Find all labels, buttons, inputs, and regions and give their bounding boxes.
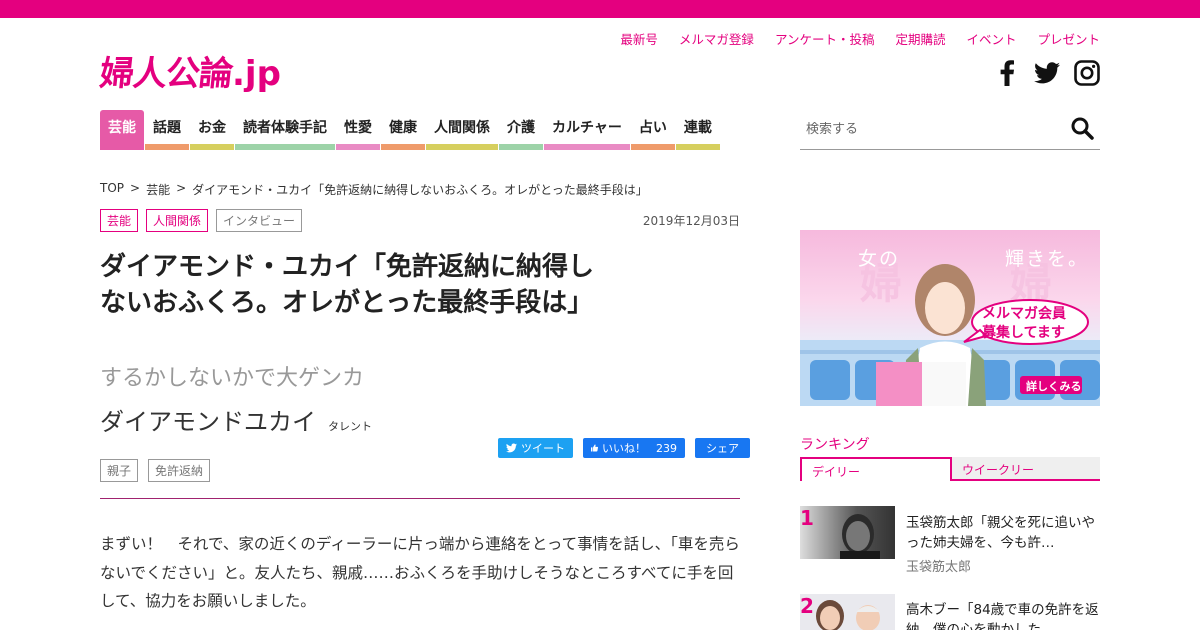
tab-category-0[interactable]: 芸能 (100, 110, 144, 150)
facebook-icon[interactable] (994, 60, 1020, 86)
tab-weekly[interactable]: ウイークリー (952, 457, 1100, 481)
ranking-thumbnail (800, 594, 895, 630)
ranking-number: 1 (800, 506, 814, 530)
social-links (994, 60, 1100, 86)
author-line: ダイアモンドユカイ タレント (100, 402, 372, 437)
thumbs-up-icon (591, 444, 598, 452)
facebook-share-button[interactable]: シェア (695, 438, 750, 458)
ranking-headline[interactable]: 玉袋筋太郎「親父を死に追いやった姉夫婦を、今も許… (906, 513, 1100, 553)
tag-entertainment[interactable]: 芸能 (100, 209, 139, 232)
tab-category-9[interactable]: 占い (630, 110, 675, 150)
twitter-icon (506, 443, 517, 453)
category-tags: 芸能 人間関係 インタビュー (100, 209, 303, 232)
like-count: 239 (656, 441, 677, 455)
tab-category-7[interactable]: 介護 (499, 110, 543, 150)
ranking-number: 2 (800, 594, 814, 618)
tag-interview[interactable]: インタビュー (216, 209, 303, 232)
tab-category-3[interactable]: 読者体験手記 (235, 110, 335, 150)
tweet-label: ツイート (521, 442, 565, 455)
like-label: いいね！ (602, 442, 646, 455)
author-name[interactable]: ダイアモンドユカイ (100, 402, 316, 437)
top-link-latest-issue[interactable]: 最新号 (620, 29, 658, 48)
newsletter-banner[interactable]: 婦 婦 女の 輝きを。 メルマガ会員 募集してます 詳しくみる (800, 230, 1100, 406)
article-body: まずい！ それで、家の近くのディーラーに片っ端から連絡をとって事情を話し、「車を… (100, 535, 740, 610)
search-icon[interactable] (1070, 116, 1094, 144)
banner-top-text: 女の 輝きを。 (858, 248, 1090, 270)
top-link-newsletter[interactable]: メルマガ登録 (679, 29, 754, 48)
logo-text: 婦人公論 (97, 54, 235, 94)
article-divider (100, 498, 740, 499)
keyword-tag-parent-child[interactable]: 親子 (100, 459, 139, 482)
publish-date: 2019年12月03日 (642, 214, 740, 228)
category-nav: 芸能 話題 お金 読者体験手記 性愛 健康 人間関係 介護 カルチャー 占い 連載 (100, 110, 721, 150)
instagram-icon[interactable] (1074, 60, 1100, 86)
tweet-button[interactable]: ツイート (498, 438, 573, 458)
banner-bubble-line1: メルマガ会員 (982, 306, 1066, 322)
banner-bubble-line2: 募集してます (982, 325, 1065, 341)
breadcrumb-separator: > (130, 181, 141, 195)
article-title: ダイアモンド・ユカイ「免許返納に納得しないおふくろ。オレがとった最終手段は」 (100, 252, 595, 318)
ranking-headline[interactable]: 高木ブー「84歳で車の免許を返納。僕の心を動かした… (906, 600, 1100, 630)
top-link-present[interactable]: プレゼント (1037, 29, 1100, 48)
author-role: タレント (328, 420, 372, 433)
ranking-author: 玉袋筋太郎 (906, 560, 972, 575)
top-links: 最新号 メルマガ登録 アンケート・投稿 定期購読 イベント プレゼント (620, 29, 1100, 48)
breadcrumb-separator: > (176, 181, 187, 195)
breadcrumb: TOP > 芸能 > ダイアモンド・ユカイ「免許返納に納得しないおふくろ。オレが… (100, 181, 648, 198)
logo-tld: .jp (232, 54, 281, 94)
search-input[interactable] (806, 122, 1046, 137)
keyword-tag-license-return[interactable]: 免許返納 (148, 459, 211, 482)
twitter-icon[interactable] (1034, 60, 1060, 86)
breadcrumb-current: ダイアモンド・ユカイ「免許返納に納得しないおふくろ。オレがとった最終手段は」 (192, 183, 648, 197)
site-logo[interactable]: 婦人公論 .jp (97, 50, 281, 94)
tab-daily[interactable]: デイリー (800, 457, 952, 481)
ranking-item[interactable]: 1 玉袋筋太郎「親父を死に追いやった姉夫婦を、今も許… 玉袋筋太郎 (800, 506, 1100, 576)
article-subtitle: するかしないかで大ゲンカ (100, 366, 365, 391)
keyword-tags: 親子 免許返納 (100, 459, 211, 482)
banner-details-button[interactable]: 詳しくみる (1026, 378, 1081, 394)
tab-category-1[interactable]: 話題 (145, 110, 189, 150)
top-brand-bar (0, 0, 1200, 18)
top-link-event[interactable]: イベント (966, 29, 1016, 48)
search-box (800, 110, 1100, 150)
ranking-title: ランキング (800, 437, 870, 453)
tab-category-6[interactable]: 人間関係 (426, 110, 498, 150)
facebook-like-button[interactable]: いいね！ 239 (583, 438, 685, 458)
top-link-survey[interactable]: アンケート・投稿 (775, 29, 875, 48)
ranking-item[interactable]: 2 高木ブー「84歳で車の免許を返納。僕の心を動かした… (800, 594, 1100, 630)
tab-category-8[interactable]: カルチャー (544, 110, 630, 150)
tab-category-5[interactable]: 健康 (381, 110, 425, 150)
breadcrumb-top[interactable]: TOP (100, 181, 124, 198)
ranking-thumbnail (800, 506, 895, 559)
tab-category-2[interactable]: お金 (190, 110, 234, 150)
tag-relationships[interactable]: 人間関係 (146, 209, 209, 232)
share-buttons: ツイート いいね！ 239 シェア (498, 438, 750, 458)
tab-category-4[interactable]: 性愛 (336, 110, 380, 150)
breadcrumb-category[interactable]: 芸能 (146, 181, 170, 198)
tab-category-10[interactable]: 連載 (675, 110, 720, 150)
top-link-subscription[interactable]: 定期購読 (895, 29, 945, 48)
ranking-tabs: デイリー ウイークリー (800, 457, 1100, 481)
